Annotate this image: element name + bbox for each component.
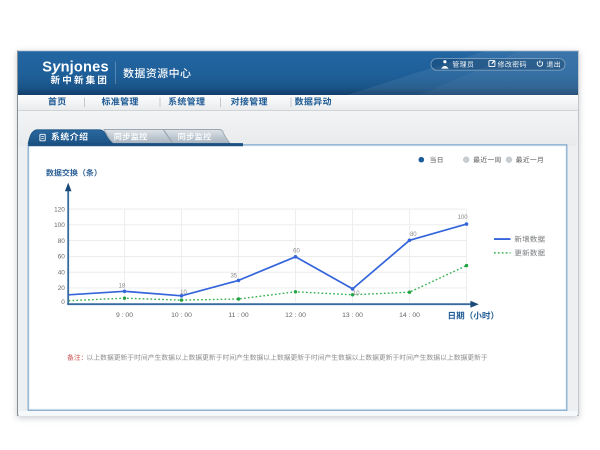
svg-text:40: 40 [58, 270, 66, 277]
svg-text:20: 20 [58, 285, 66, 292]
svg-text:100: 100 [458, 215, 469, 221]
svg-text:Synjones: Synjones [42, 60, 109, 76]
svg-text:10: 10 [353, 291, 360, 297]
svg-text:9 : 00: 9 : 00 [116, 312, 133, 319]
svg-text:10: 10 [180, 290, 187, 296]
svg-text:35: 35 [230, 274, 237, 280]
svg-text:80: 80 [410, 232, 417, 238]
svg-text:60: 60 [293, 248, 300, 254]
svg-text:0: 0 [61, 299, 65, 306]
svg-text:120: 120 [54, 206, 65, 213]
svg-text:14 : 00: 14 : 00 [399, 312, 420, 319]
svg-text:80: 80 [58, 238, 66, 245]
svg-text:12 : 00: 12 : 00 [285, 312, 306, 319]
svg-text:11 : 00: 11 : 00 [228, 312, 249, 319]
svg-text:10 : 00: 10 : 00 [171, 312, 192, 319]
svg-text:100: 100 [54, 222, 65, 229]
svg-text:13 : 00: 13 : 00 [342, 312, 363, 319]
svg-text:18: 18 [119, 283, 126, 289]
svg-text:60: 60 [58, 254, 66, 261]
